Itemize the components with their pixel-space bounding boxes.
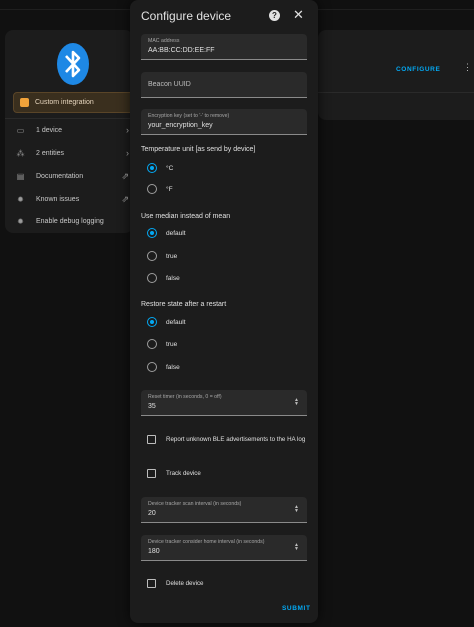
radio-median-default[interactable]: default	[147, 226, 186, 240]
radio-label: °F	[166, 185, 173, 193]
bug-icon: ✹	[17, 194, 24, 204]
devices-link[interactable]: ▭ 1 device ›	[5, 120, 133, 140]
radio-label: true	[166, 340, 178, 348]
known-issues-link[interactable]: ✹ Known issues ⇗	[5, 189, 133, 209]
radio-median-true[interactable]: true	[147, 249, 177, 263]
radio-label: default	[166, 318, 186, 326]
encryption-key-field[interactable]: Encryption key (set to '-' to remove) yo…	[141, 109, 307, 135]
divider	[318, 92, 474, 93]
radio-button[interactable]	[147, 339, 157, 349]
radio-button-selected[interactable]	[147, 228, 157, 238]
checkbox[interactable]	[147, 434, 156, 444]
radio-label: default	[166, 229, 186, 237]
consider-home-value: 180	[148, 548, 160, 555]
reset-timer-value: 35	[148, 403, 156, 410]
radio-restore-false[interactable]: false	[147, 360, 180, 374]
checkbox[interactable]	[147, 578, 156, 588]
median-title: Use median instead of mean	[141, 213, 231, 220]
custom-integration-badge: Custom integration	[13, 92, 135, 113]
devices-label: 1 device	[36, 126, 63, 134]
track-device-checkbox-row[interactable]: Track device	[147, 467, 201, 479]
divider	[5, 118, 133, 119]
book-icon: ▤	[16, 171, 25, 181]
checkbox[interactable]	[147, 468, 156, 478]
device-icon: ▭	[16, 125, 25, 135]
restore-state-title: Restore state after a restart	[141, 301, 227, 308]
radio-restore-true[interactable]: true	[147, 337, 177, 351]
bluetooth-icon	[57, 43, 89, 85]
encryption-key-label: Encryption key (set to '-' to remove)	[148, 113, 230, 119]
close-icon[interactable]: ✕	[293, 8, 304, 22]
report-unknown-checkbox-row[interactable]: Report unknown BLE advertisements to the…	[147, 433, 305, 445]
radio-button[interactable]	[147, 251, 157, 261]
config-entry-card	[318, 30, 474, 120]
scan-interval-field[interactable]: Device tracker scan interval (in seconds…	[141, 497, 307, 523]
configure-device-dialog: Configure device ? ✕ MAC address AA:BB:C…	[130, 0, 318, 623]
consider-home-field[interactable]: Device tracker consider home interval (i…	[141, 535, 307, 561]
delete-device-checkbox-row[interactable]: Delete device	[147, 577, 204, 589]
package-icon	[20, 98, 29, 107]
open-in-new-icon: ⇗	[121, 193, 129, 204]
number-stepper-icon[interactable]: ▲ ▼	[294, 505, 299, 514]
consider-home-label: Device tracker consider home interval (i…	[148, 539, 265, 545]
documentation-label: Documentation	[36, 172, 84, 180]
known-issues-label: Known issues	[36, 195, 80, 203]
radio-median-false[interactable]: false	[147, 271, 180, 285]
documentation-link[interactable]: ▤ Documentation ⇗	[5, 166, 133, 186]
beacon-uuid-placeholder: Beacon UUID	[148, 81, 191, 88]
radio-label: false	[166, 363, 180, 371]
encryption-key-value: your_encryption_key	[148, 122, 213, 129]
debug-logging-label: Enable debug logging	[36, 217, 104, 225]
radio-button-selected[interactable]	[147, 163, 157, 173]
beacon-uuid-field[interactable]: Beacon UUID	[141, 72, 307, 98]
bug-icon: ✹	[17, 216, 24, 226]
radio-button-selected[interactable]	[147, 317, 157, 327]
radio-label: °C	[166, 164, 174, 172]
radio-label: true	[166, 252, 178, 260]
mac-address-field[interactable]: MAC address AA:BB:CC:DD:EE:FF	[141, 34, 307, 60]
reset-timer-label: Reset timer (in seconds, 0 = off)	[148, 394, 222, 400]
radio-temp-fahrenheit[interactable]: °F	[147, 182, 173, 196]
open-in-new-icon: ⇗	[121, 170, 129, 181]
radio-button[interactable]	[147, 184, 157, 194]
scan-interval-label: Device tracker scan interval (in seconds…	[148, 501, 242, 507]
number-stepper-icon[interactable]: ▲ ▼	[294, 398, 299, 407]
entities-link[interactable]: ⁂ 2 entities ›	[5, 143, 133, 163]
radio-temp-celsius[interactable]: °C	[147, 161, 173, 175]
entities-label: 2 entities	[36, 149, 65, 157]
radio-button[interactable]	[147, 362, 157, 372]
mac-address-label: MAC address	[148, 38, 180, 44]
debug-logging-button[interactable]: ✹ Enable debug logging	[5, 211, 133, 231]
integration-card: Custom integration ▭ 1 device › ⁂ 2 enti…	[5, 30, 135, 233]
reset-timer-field[interactable]: Reset timer (in seconds, 0 = off) 35 ▲ ▼	[141, 390, 307, 416]
chevron-right-icon: ›	[126, 125, 129, 135]
badge-label: Custom integration	[35, 99, 94, 106]
mac-address-value: AA:BB:CC:DD:EE:FF	[148, 47, 215, 54]
radio-restore-default[interactable]: default	[147, 315, 186, 329]
dialog-title: Configure device	[141, 9, 232, 23]
configure-button[interactable]: CONFIGURE	[396, 66, 440, 73]
chevron-right-icon: ›	[126, 148, 129, 158]
checkbox-label: Track device	[166, 469, 201, 477]
entities-icon: ⁂	[16, 148, 25, 158]
radio-label: false	[166, 274, 180, 282]
help-icon[interactable]: ?	[269, 10, 280, 21]
submit-button[interactable]: SUBMIT	[282, 605, 311, 612]
checkbox-label: Delete device	[166, 579, 204, 587]
scan-interval-value: 20	[148, 510, 156, 517]
number-stepper-icon[interactable]: ▲ ▼	[294, 543, 299, 552]
temperature-unit-title: Temperature unit [as send by device]	[141, 146, 256, 153]
overflow-menu-icon[interactable]: ⋮	[463, 63, 472, 72]
checkbox-label: Report unknown BLE advertisements to the…	[166, 435, 306, 443]
radio-button[interactable]	[147, 273, 157, 283]
